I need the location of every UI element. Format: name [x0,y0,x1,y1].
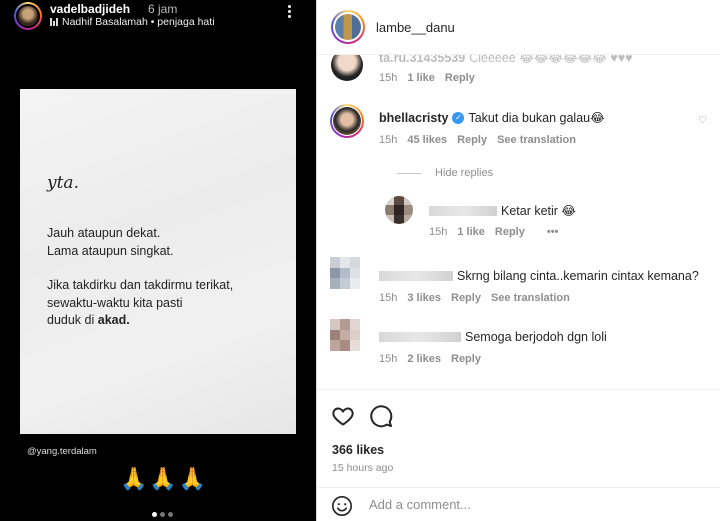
comment-time: 15h [379,134,398,146]
comment-meta: 15h 2 likes Reply [379,353,481,365]
comment-icon[interactable] [369,404,393,428]
comment-avatar[interactable] [330,104,364,138]
comment-text: Cieeeee 😂😂😂😂😂😂 ♥♥♥ [469,55,633,65]
comment-time: 15h [429,226,448,238]
hide-replies-label: Hide replies [435,167,494,179]
story-time: 6 jam [148,2,178,16]
comment-avatar[interactable] [330,319,360,351]
smile-icon[interactable] [331,495,353,517]
post-header: lambe__danu [317,0,720,55]
comment-row: ta.ru.31435539 Cieeeee 😂😂😂😂😂😂 ♥♥♥ [379,55,633,65]
blurred-username[interactable] [379,271,453,281]
post-timestamp: 15 hours ago [332,462,394,474]
comment-meta: 15h 3 likes Reply See translation [379,292,570,304]
comment-time: 15h [379,292,398,304]
add-comment-bar [317,487,720,521]
post-panel: lambe__danu ta.ru.31435539 Cieeeee 😂😂😂😂😂… [316,0,720,521]
story-pagination [152,512,173,517]
music-bars-icon [50,18,58,26]
comment-row: Semoga berjodoh dgn loli [379,330,607,344]
page-dot [160,512,165,517]
comment-likes[interactable]: 2 likes [407,353,441,365]
like-count[interactable]: 366 likes [332,443,384,457]
action-icons [331,404,393,428]
more-vertical-icon[interactable] [286,4,292,20]
comment-row: bhellacristy ✓ Takut dia bukan galau😂 [379,110,605,126]
blurred-username[interactable] [379,332,461,342]
blurred-username[interactable] [429,205,497,216]
comment-text: Semoga berjodoh dgn loli [465,330,607,344]
comment-likes[interactable]: 1 like [407,72,435,84]
comment-meta: 15h 1 like Reply [379,72,475,84]
reply-button[interactable]: Reply [451,292,481,304]
comment-likes[interactable]: 3 likes [407,292,441,304]
story-music-label: Nadhif Basalamah • penjaga hati [62,16,215,28]
story-music[interactable]: Nadhif Basalamah • penjaga hati [50,16,215,28]
reply-button[interactable]: Reply [451,353,481,365]
comment-meta: 15h 1 like Reply ••• [429,226,558,238]
post-actions: 366 likes 15 hours ago [317,389,720,521]
page-dot [168,512,173,517]
comment-avatar[interactable] [385,196,413,224]
divider [397,172,421,174]
story-emoji-sticker: 🙏🙏🙏 [120,466,209,491]
see-translation-button[interactable]: See translation [491,292,570,304]
post-owner-avatar[interactable] [331,10,365,44]
comment-avatar[interactable] [331,55,363,81]
heart-icon[interactable] [331,404,355,428]
comment-row: Skrng bilang cinta..kemarin cintax keman… [379,269,699,283]
story-avatar[interactable] [14,2,42,30]
quote-line: duduk di [47,313,95,327]
comment-list[interactable]: ta.ru.31435539 Cieeeee 😂😂😂😂😂😂 ♥♥♥ 15h 1 … [317,55,720,389]
comment-avatar[interactable] [330,257,360,289]
comment-time: 15h [379,353,398,365]
add-comment-input[interactable] [369,497,669,512]
see-translation-button[interactable]: See translation [497,134,576,146]
quote-emphasis: akad. [97,313,130,327]
comment-likes[interactable]: 1 like [457,226,485,238]
hide-replies-button[interactable]: Hide replies [397,167,493,179]
heart-icon[interactable]: ♡ [698,115,707,126]
reply-button[interactable]: Reply [495,226,525,238]
story-viewer: vadelbadjideh 6 jam Nadhif Basalamah • p… [0,0,316,521]
post-owner-username[interactable]: lambe__danu [376,20,455,35]
comment-text: Takut dia bukan galau😂 [468,111,605,125]
verified-badge-icon: ✓ [452,111,465,124]
page-dot-active [152,512,157,517]
comment-username[interactable]: bhellacristy [379,111,448,125]
more-options-icon[interactable]: ••• [547,226,559,238]
comment-row: Ketar ketir 😂 [429,203,576,218]
story-username[interactable]: vadelbadjideh [50,2,130,16]
quote-line: sewaktu-waktu kita pasti [47,295,183,310]
quote-line: Jika takdirku dan takdirmu terikat, [47,278,234,292]
story-quote-card: yta. Jauh ataupun dekat. Lama ataupun si… [20,89,296,434]
quote-line: Lama ataupun singkat. [47,243,174,258]
comment-time: 15h [379,72,398,84]
comment-likes[interactable]: 45 likes [407,134,447,146]
story-credit: @yang.terdalam [27,446,97,457]
reply-button[interactable]: Reply [457,134,487,146]
story-header: vadelbadjideh 6 jam Nadhif Basalamah • p… [14,2,306,32]
card-logo: yta. [47,173,79,193]
comment-text: Skrng bilang cinta..kemarin cintax keman… [457,269,699,283]
quote-line: Jauh ataupun dekat. [47,226,161,240]
reply-button[interactable]: Reply [445,72,475,84]
comment-text: Ketar ketir 😂 [501,204,577,218]
comment-meta: 15h 45 likes Reply See translation [379,134,576,146]
card-quote: Jauh ataupun dekat. Lama ataupun singkat… [47,225,287,347]
comment-username[interactable]: ta.ru.31435539 [379,55,465,65]
